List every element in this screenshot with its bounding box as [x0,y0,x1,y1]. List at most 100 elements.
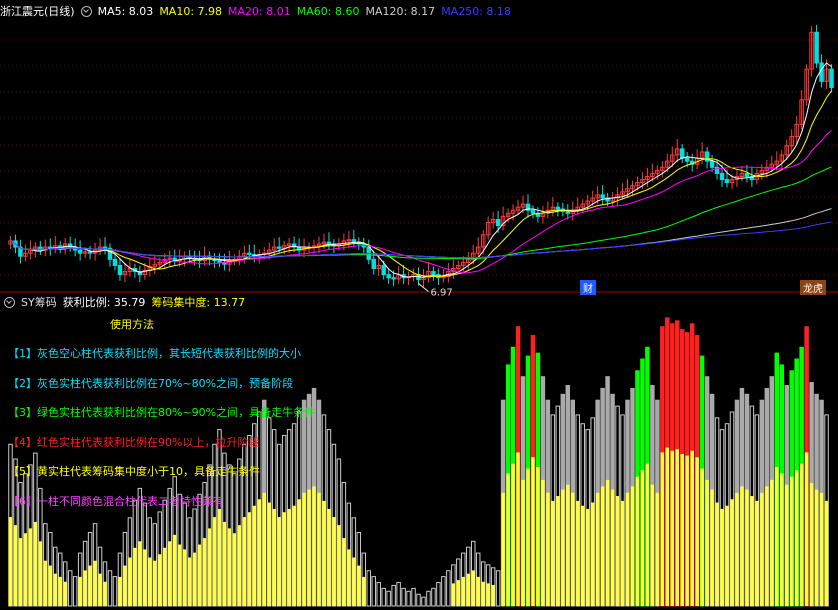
candle-body [371,258,376,270]
concentration-bar [680,454,684,606]
concentration-bar [98,573,102,606]
stock-title[interactable]: 浙江震元(日线) [0,3,75,19]
concentration-bar [740,486,744,606]
concentration-bar [814,489,819,606]
profit-bar [401,587,406,607]
concentration-bar [765,486,769,606]
concentration-bar [332,517,336,606]
concentration-bar [48,565,53,606]
concentration-bar [491,584,495,606]
concentration-bar [561,489,565,606]
candle-body [744,172,750,177]
concentration-bar [481,581,485,606]
concentration-bar [695,457,699,606]
profit-bar [396,581,401,607]
concentration-bar [43,560,48,606]
concentration-bar [93,560,97,606]
concentration-bar [38,541,43,606]
concentration-bar [650,484,655,606]
concentration-bar [123,565,127,606]
profit-bar [431,587,436,607]
concentration-bar [167,541,172,606]
ma-line-ma60 [10,166,832,260]
concentration-bar [600,486,605,606]
ma-label-1: MA10: 7.98 [159,4,223,18]
concentration-bar [28,528,33,606]
concentration-bar [187,557,192,606]
candle-body [102,246,108,249]
concentration-bar [8,517,13,606]
profit-bar [376,581,381,607]
concentration-bar [347,549,351,606]
concentration-bar [202,538,207,606]
concentration-bar [247,512,252,606]
concentration-bar [670,450,675,606]
profit-bar [411,587,416,607]
concentration-bar [232,533,237,606]
candle-body [87,251,93,254]
profit-bar [381,587,386,607]
candle-body [679,148,685,159]
concentration-bar [13,525,18,606]
concentration-bar [88,565,92,606]
concentration-bar [506,473,510,606]
concentration-bar [799,463,804,606]
concentration-bar [242,517,247,606]
ma-label-2: MA20: 8.01 [228,4,291,18]
concentration-bar [342,538,346,606]
usage-title: 使用方法 [110,318,154,331]
candle-body [326,241,332,245]
concentration-bar [292,505,296,606]
candle-body [684,157,690,162]
indicator-name[interactable]: SY筹码 [21,294,57,310]
profit-bar [436,581,441,607]
legend-line-6: 【6】一柱不同颜色混合柱代表二者特性兼有 [8,494,224,508]
concentration-bar [794,470,799,606]
concentration-bar [476,576,480,606]
concentration-bar [362,576,366,606]
concentration-bar [83,570,87,606]
concentration-bar [789,476,794,606]
toggle-icon[interactable] [80,5,92,17]
concentration-bar [590,502,595,606]
concentration-bar [63,581,67,606]
concentration-bar [784,484,789,606]
concentration-bar [521,479,525,606]
concentration-bar [804,452,809,606]
concentration-bar [660,452,665,606]
concentration-bar [177,544,182,606]
concentration-bar [128,557,132,606]
legend-line-5: 【5】黄实柱代表筹码集中度小于10，具备走牛条件 [8,465,260,478]
profit-bar [72,576,78,607]
indicator-fields: 获利比例: 35.79 筹码集中度: 13.77 [63,294,251,310]
concentration-bar [585,508,590,606]
concentration-bar [197,544,202,606]
concentration-bar [730,499,734,606]
concentration-bar [720,508,724,606]
dragon-tiger-tag[interactable]: 龙虎 [800,280,826,295]
toggle-icon[interactable] [4,296,15,308]
concentration-bar [775,466,779,606]
ma-line-ma120 [10,208,832,259]
financial-report-tag[interactable]: 财 [580,280,596,295]
concentration-bar [322,500,326,606]
concentration-bar [531,457,535,606]
concentration-bar [645,463,650,606]
concentration-bar [635,476,640,606]
concentration-bar [665,447,670,606]
concentration-bar [546,492,550,606]
concentration-bar [162,547,167,606]
candle-body [600,194,605,199]
profit-bar [421,596,426,607]
candle-body [829,68,834,89]
concentration-bar [252,505,257,606]
concentration-bar [725,505,729,606]
concentration-bar [267,502,271,606]
concentration-bar [352,557,356,606]
concentration-bar [357,565,361,606]
concentration-bar [23,533,28,606]
concentration-bar [237,525,242,606]
ma-legend: MA5: 8.03 MA10: 7.98 MA20: 8.01 MA60: 8.60 M… [98,5,517,18]
profit-bar [495,570,501,607]
concentration-bar [615,496,620,606]
